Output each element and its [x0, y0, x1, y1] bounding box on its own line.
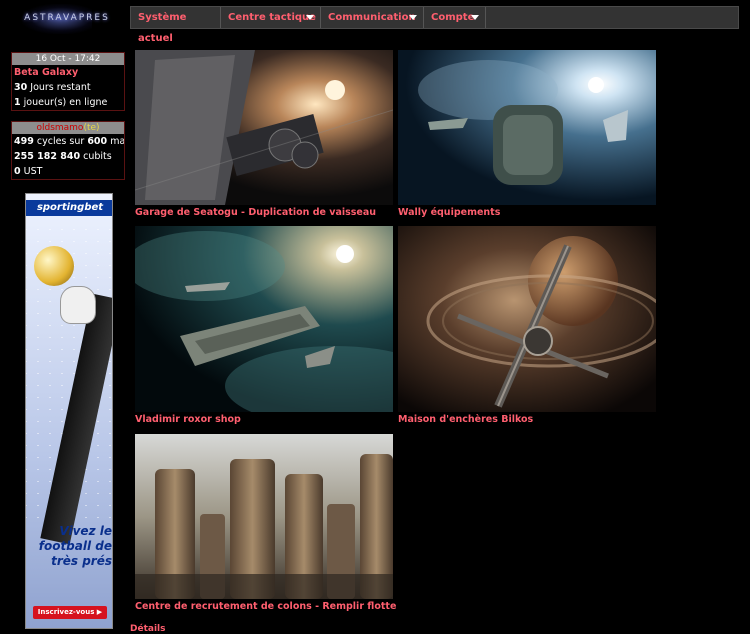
dropdown-arrow-icon: [306, 15, 314, 20]
ad-brand: sportingbet: [26, 200, 112, 216]
days-row: 30 Jours restant: [12, 80, 124, 95]
players-row: 1 joueur(s) en ligne: [12, 95, 124, 110]
wally-link[interactable]: Wally équipements: [398, 207, 500, 218]
logo[interactable]: ASTRAVAPRES: [8, 4, 126, 34]
dropdown-arrow-icon: [471, 15, 479, 20]
tile-bilkos: Maison d'enchères Bilkos: [398, 226, 656, 425]
football-icon: [34, 246, 74, 286]
menu-label: Centre tactique: [228, 12, 316, 23]
details-link[interactable]: Détails: [130, 624, 165, 634]
vladimir-link[interactable]: Vladimir roxor shop: [135, 414, 241, 425]
caption-separator: -: [241, 207, 245, 218]
logo-text: ASTRAVAPRES: [24, 13, 110, 23]
player-name-header[interactable]: oldsmamo(te): [12, 122, 124, 134]
menu-centre-tactique[interactable]: Centre tactique: [221, 7, 321, 28]
garage-link[interactable]: Garage de Seatogu: [135, 207, 238, 218]
tile-caption: Centre de recrutement de colons - Rempli…: [135, 601, 396, 612]
player-name: oldsmamo: [36, 123, 84, 133]
menu-systeme-actuel[interactable]: Système actuel: [131, 7, 221, 44]
cycles-max: 600: [87, 136, 108, 147]
ust-value: 0: [14, 166, 21, 177]
bilkos-image[interactable]: [398, 226, 656, 412]
days-label: Jours restant: [30, 82, 91, 93]
cycles-mid: cycles sur: [36, 136, 85, 147]
ad-slogan: Vivez le football de très prés: [30, 524, 112, 569]
recrutement-image[interactable]: [135, 434, 393, 599]
tile-wally: Wally équipements: [398, 50, 656, 218]
players-label: joueur(s) en ligne: [23, 97, 108, 108]
cycles-row: 499 cycles sur 600 max: [12, 134, 124, 149]
duplication-link[interactable]: Duplication de vaisseau: [248, 207, 376, 218]
vladimir-image[interactable]: [135, 226, 393, 412]
remplir-flotte-link[interactable]: Remplir flotte: [322, 601, 396, 612]
ad-signup-button[interactable]: Inscrivez-vous ▶: [33, 606, 107, 619]
ad-slogan-line: football de: [38, 539, 112, 553]
tile-caption: Vladimir roxor shop: [135, 414, 393, 425]
cubits-value: 255 182 840: [14, 151, 81, 162]
status-box: 16 Oct - 17:42 Beta Galaxy 30 Jours rest…: [11, 52, 125, 111]
cubits-row: 255 182 840 cubits: [12, 149, 124, 164]
tile-vladimir: Vladimir roxor shop: [135, 226, 393, 425]
cycles-value: 499: [14, 136, 34, 147]
days-value: 30: [14, 82, 28, 93]
tile-caption: Garage de Seatogu - Duplication de vaiss…: [135, 207, 393, 218]
server-date: 16 Oct - 17:42: [12, 53, 124, 65]
cycles-end: max: [110, 136, 124, 147]
caption-separator: -: [315, 601, 320, 612]
wally-image[interactable]: [398, 50, 656, 205]
ad-slogan-line: très prés: [51, 554, 112, 568]
galaxy-row: Beta Galaxy: [12, 65, 124, 80]
ust-row: 0 UST: [12, 164, 124, 179]
player-suffix: (te): [83, 123, 100, 133]
players-value: 1: [14, 97, 21, 108]
main-menu: Système actuel Centre tactique Communica…: [130, 6, 739, 44]
ust-label: UST: [23, 166, 43, 177]
menu-compte[interactable]: Compte: [424, 7, 486, 28]
ad-banner[interactable]: sportingbet Vivez le football de très pr…: [25, 193, 113, 629]
galaxy-name[interactable]: Beta Galaxy: [14, 67, 78, 78]
goalkeeper-glove-icon: [60, 286, 96, 324]
menu-communication[interactable]: Communication: [321, 7, 424, 28]
tile-recrutement: Centre de recrutement de colons - Rempli…: [135, 434, 396, 612]
tile-caption: Maison d'enchères Bilkos: [398, 414, 656, 425]
dropdown-arrow-icon: [409, 15, 417, 20]
menu-label: Communication: [328, 12, 416, 23]
resources-box: oldsmamo(te) 499 cycles sur 600 max 255 …: [11, 121, 125, 180]
menu-label: Système actuel: [138, 12, 187, 44]
tile-garage: Garage de Seatogu - Duplication de vaiss…: [135, 50, 393, 218]
recrutement-link[interactable]: Centre de recrutement de colons: [135, 601, 312, 612]
bilkos-link[interactable]: Maison d'enchères Bilkos: [398, 414, 533, 425]
garage-image[interactable]: [135, 50, 393, 205]
tile-caption: Wally équipements: [398, 207, 656, 218]
cubits-label: cubits: [83, 151, 112, 162]
ad-slogan-line: Vivez le: [59, 524, 112, 538]
menu-label: Compte: [431, 12, 475, 23]
